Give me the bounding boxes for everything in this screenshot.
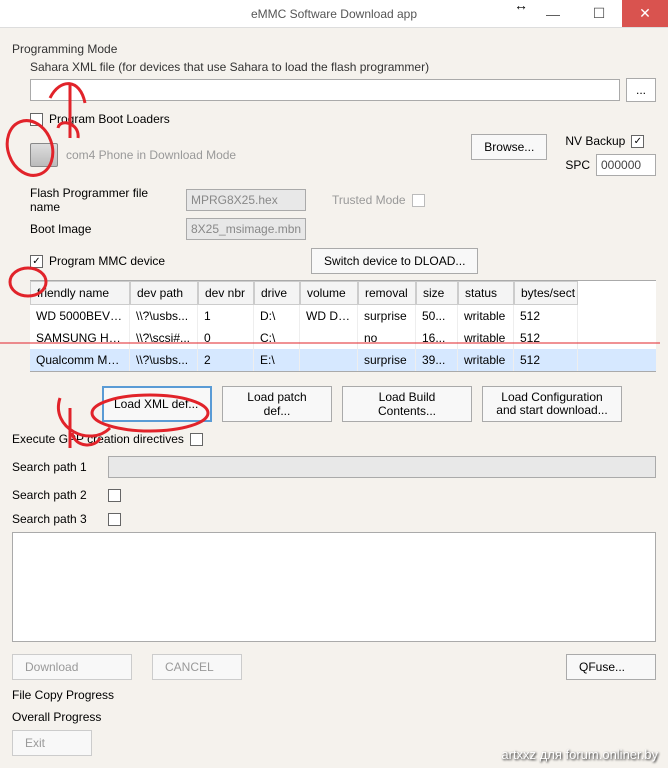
programming-mode-title: Programming Mode bbox=[12, 42, 656, 56]
file-copy-progress-label: File Copy Progress bbox=[12, 688, 656, 702]
overall-progress-label: Overall Progress bbox=[12, 710, 656, 724]
trusted-mode-label: Trusted Mode bbox=[332, 193, 406, 207]
cancel-button: CANCEL bbox=[152, 654, 242, 680]
execute-gpp-checkbox[interactable] bbox=[190, 433, 203, 446]
log-area[interactable] bbox=[12, 532, 656, 642]
load-config-button[interactable]: Load Configuration and start download... bbox=[482, 386, 622, 422]
table-row[interactable]: SAMSUNG HM16...\\?\scsi#...0C:\no16...wr… bbox=[30, 327, 656, 349]
col-drive[interactable]: drive bbox=[254, 281, 300, 305]
col-size[interactable]: size bbox=[416, 281, 458, 305]
switch-device-button[interactable]: Switch device to DLOAD... bbox=[311, 248, 478, 274]
window-title: eMMC Software Download app bbox=[251, 7, 417, 21]
col-devnbr[interactable]: dev nbr bbox=[198, 281, 254, 305]
col-devpath[interactable]: dev path bbox=[130, 281, 198, 305]
program-mmc-checkbox[interactable] bbox=[30, 255, 43, 268]
browse-button[interactable]: Browse... bbox=[471, 134, 547, 160]
program-mmc-label: Program MMC device bbox=[49, 254, 165, 268]
minimize-button[interactable]: — bbox=[530, 0, 576, 27]
qfuse-button[interactable]: QFuse... bbox=[566, 654, 656, 680]
table-row[interactable]: Qualcomm MMC ...\\?\usbs...2E:\surprise3… bbox=[30, 349, 656, 371]
nv-backup-label: NV Backup bbox=[565, 134, 625, 148]
flash-programmer-label: Flash Programmer file name bbox=[30, 186, 180, 214]
device-icon bbox=[30, 143, 58, 167]
search-path-3-label: Search path 3 bbox=[12, 512, 102, 526]
resize-arrow-icon: ↔ bbox=[514, 0, 528, 13]
spc-input[interactable] bbox=[596, 154, 656, 176]
load-patch-button[interactable]: Load patch def... bbox=[222, 386, 332, 422]
device-table: friendly name dev path dev nbr drive vol… bbox=[30, 280, 656, 372]
col-volume[interactable]: volume bbox=[300, 281, 358, 305]
device-status-text: com4 Phone in Download Mode bbox=[66, 148, 236, 162]
watermark-text: artxxz для forum.onliner.by bbox=[501, 747, 658, 762]
search-path-1-input bbox=[108, 456, 656, 478]
flash-programmer-input bbox=[186, 189, 306, 211]
sahara-xml-label: Sahara XML file (for devices that use Sa… bbox=[30, 60, 656, 74]
program-boot-loaders-label: Program Boot Loaders bbox=[49, 112, 170, 126]
trusted-mode-checkbox[interactable] bbox=[412, 194, 425, 207]
maximize-button[interactable]: ☐ bbox=[576, 0, 622, 27]
program-boot-loaders-checkbox[interactable] bbox=[30, 113, 43, 126]
col-status[interactable]: status bbox=[458, 281, 514, 305]
exit-button: Exit bbox=[12, 730, 92, 756]
sahara-browse-button[interactable]: ... bbox=[626, 78, 656, 102]
titlebar: ↔ eMMC Software Download app — ☐ ✕ bbox=[0, 0, 668, 28]
boot-image-label: Boot Image bbox=[30, 222, 180, 236]
sahara-xml-input[interactable] bbox=[30, 79, 620, 101]
execute-gpp-label: Execute GPP creation directives bbox=[12, 432, 184, 446]
col-removal[interactable]: removal bbox=[358, 281, 416, 305]
load-xml-button[interactable]: Load XML def... bbox=[102, 386, 212, 422]
col-friendly[interactable]: friendly name bbox=[30, 281, 130, 305]
col-bytes[interactable]: bytes/sect bbox=[514, 281, 578, 305]
search-path-3-checkbox[interactable] bbox=[108, 513, 121, 526]
boot-image-input bbox=[186, 218, 306, 240]
nv-backup-checkbox[interactable] bbox=[631, 135, 644, 148]
close-button[interactable]: ✕ bbox=[622, 0, 668, 27]
search-path-1-label: Search path 1 bbox=[12, 460, 102, 474]
download-button: Download bbox=[12, 654, 132, 680]
search-path-2-checkbox[interactable] bbox=[108, 489, 121, 502]
spc-label: SPC bbox=[565, 158, 590, 172]
load-build-button[interactable]: Load Build Contents... bbox=[342, 386, 472, 422]
table-row[interactable]: WD 5000BEV Ex...\\?\usbs...1D:\WD Disksu… bbox=[30, 305, 656, 327]
search-path-2-label: Search path 2 bbox=[12, 488, 102, 502]
